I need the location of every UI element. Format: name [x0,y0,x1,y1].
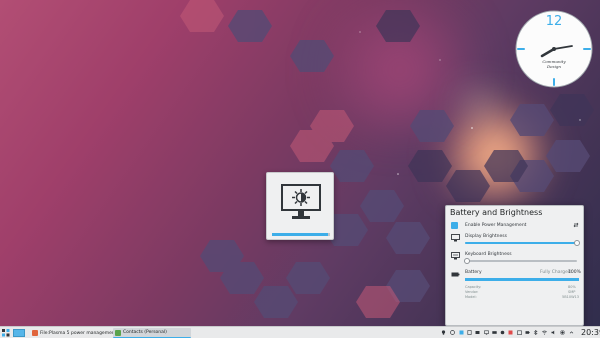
volume-icon[interactable] [551,330,556,335]
clipboard-icon[interactable] [467,330,472,335]
detail-model-label: Model: [465,295,477,299]
display-config-icon[interactable] [484,330,489,335]
monitor-brightness-icon [281,184,321,219]
browser-icon [32,330,38,336]
keyboard-brightness-slider[interactable] [464,257,577,264]
battery-charge-bar [465,278,579,281]
pager-desktop[interactable] [13,329,25,337]
display-brightness-handle[interactable] [574,239,580,246]
vault-icon[interactable] [500,330,505,335]
calendar-icon[interactable] [517,330,522,335]
battery-charge-fill [465,278,579,281]
power-management-label: Enable Power Management [465,223,527,228]
detail-model-value: 5B10W13 [562,295,579,299]
lightbulb-icon[interactable] [441,330,446,335]
battery-icon [451,272,460,277]
popup-title: Battery and Brightness [450,208,543,217]
bluetooth-icon[interactable] [533,330,538,335]
task-browser-label: File:Plasma 5 power management... [40,330,121,336]
detail-capacity-label: Capacity: [465,285,482,289]
task-contacts-label: Contacts (Personal) [123,330,167,335]
keyboard-tray-icon[interactable] [492,330,497,335]
display-icon [451,234,460,242]
taskbar-panel: File:Plasma 5 power management... Contac… [0,326,600,338]
detail-vendor-value: SMP [568,290,576,294]
media-icon[interactable] [508,330,513,335]
battery-brightness-popup: Battery and Brightness Enable Power Mana… [445,205,584,326]
application-launcher-icon[interactable] [2,329,10,337]
contacts-icon [115,329,121,336]
display-brightness-fill [465,242,577,244]
configure-icon[interactable] [573,222,579,228]
brightness-tray-icon[interactable] [560,330,565,335]
clock-brand-line2: Design [546,64,561,69]
brightness-osd [266,172,334,240]
battery-tray-icon[interactable] [525,330,530,335]
osd-level-bar [272,233,330,236]
keyboard-brightness-handle[interactable] [464,257,470,264]
display-brightness-label: Display Brightness [465,234,507,239]
detail-vendor-label: Vendor: [465,290,479,294]
battery-label: Battery [465,270,482,275]
osd-level-fill [272,233,329,236]
task-browser[interactable]: File:Plasma 5 power management... [30,328,121,338]
keyboard-icon [451,252,460,260]
battery-percent: 100% [568,270,581,275]
detail-capacity-value: 80% [568,285,576,289]
power-management-checkbox[interactable] [451,222,458,229]
analog-clock-widget[interactable]: 12 Community Design [515,10,593,88]
notifications-icon[interactable] [450,330,455,335]
devices-icon[interactable] [475,330,480,335]
keyboard-brightness-label: Keyboard Brightness [465,252,512,257]
expand-tray-icon[interactable] [569,330,574,335]
task-contacts[interactable]: Contacts (Personal) [113,328,191,338]
clock-numeral: 12 [546,14,563,29]
display-brightness-slider[interactable] [465,239,580,246]
updates-icon[interactable] [459,330,464,335]
taskbar-clock[interactable]: 20:39 [581,328,600,337]
network-icon[interactable] [542,330,547,335]
